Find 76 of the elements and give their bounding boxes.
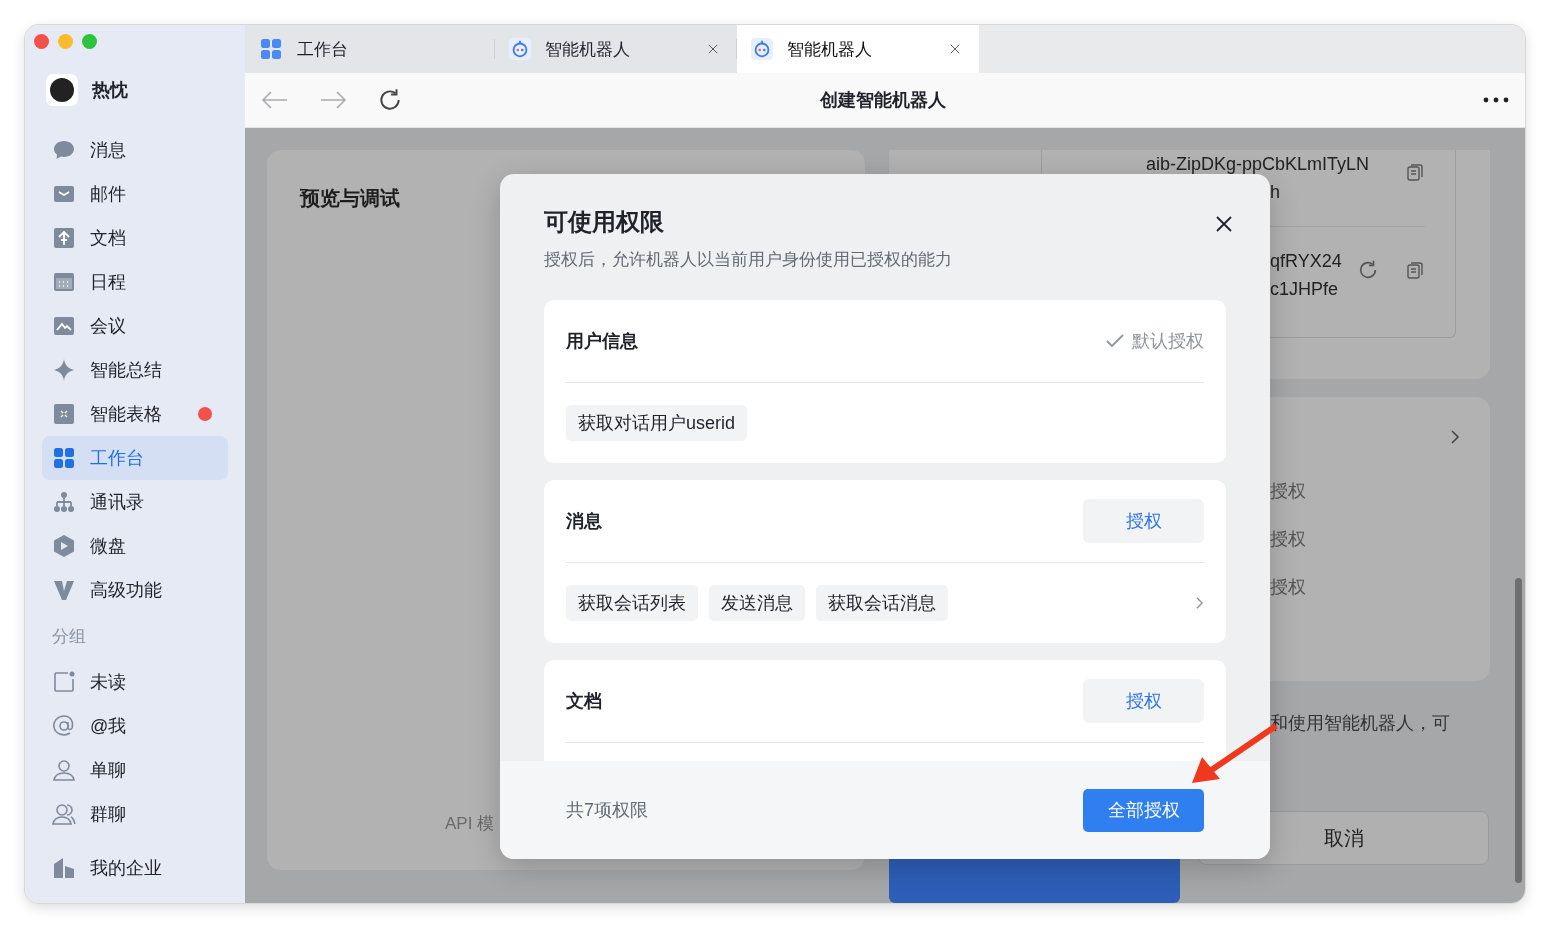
grid-icon <box>52 446 76 470</box>
sidebar-item[interactable]: 日程 <box>42 260 228 304</box>
authorize-all-button[interactable]: 全部授权 <box>1083 788 1204 832</box>
chevron-right-icon[interactable] <box>1195 596 1204 610</box>
robot-icon <box>751 38 773 60</box>
enterprise-item[interactable]: 我的企业 <box>42 846 228 890</box>
sidebar-item[interactable]: 智能总结 <box>42 348 228 392</box>
section-title: 用户信息 <box>566 330 638 353</box>
permission-tag: 获取对话用户userid <box>566 405 748 441</box>
maximize-window-button[interactable] <box>82 34 97 49</box>
sidebar-item[interactable]: 会议 <box>42 304 228 348</box>
sidebar-item[interactable]: 高级功能 <box>42 568 228 612</box>
section-title: 文档 <box>566 690 602 713</box>
authorize-button[interactable]: 授权 <box>1083 679 1204 723</box>
permission-status: 授权 <box>1270 480 1307 504</box>
user-avatar[interactable] <box>46 74 78 106</box>
sidebar-item-icon <box>52 402 76 426</box>
group-item[interactable]: 未读 <box>42 660 228 704</box>
sidebar-item[interactable]: 工作台 <box>42 436 228 480</box>
sidebar-item-icon <box>52 534 76 558</box>
group-heading: 分组 <box>51 625 87 648</box>
check-icon <box>1106 334 1124 348</box>
permission-tag: 获取会话消息 <box>816 585 948 621</box>
more-icon[interactable] <box>1483 97 1509 103</box>
group-item[interactable]: @我 <box>42 704 228 748</box>
authorize-button[interactable]: 授权 <box>1083 499 1204 543</box>
back-arrow-icon[interactable] <box>261 90 289 110</box>
sidebar-item-icon <box>52 578 76 602</box>
group-item-icon <box>52 758 76 782</box>
group-item-icon <box>52 802 76 826</box>
sidebar-item[interactable]: 通讯录 <box>42 480 228 524</box>
close-window-button[interactable] <box>34 34 49 49</box>
permission-count: 共7项权限 <box>566 799 648 822</box>
default-status: 默认授权 <box>1132 330 1204 353</box>
close-tab-icon[interactable] <box>707 43 719 55</box>
sidebar-item[interactable]: 消息 <box>42 128 228 172</box>
sidebar-item-icon <box>52 490 76 514</box>
browser-tab[interactable]: 智能机器人 <box>495 25 737 73</box>
group-item-icon <box>52 670 76 694</box>
robot-icon <box>509 38 531 60</box>
permission-tag: 发送消息 <box>709 585 805 621</box>
sidebar-item-icon <box>52 226 76 250</box>
panel-title: 预览与调试 <box>300 186 401 211</box>
dialog-subtitle: 授权后，允许机器人以当前用户身份使用已授权的能力 <box>544 249 952 271</box>
section-title: 消息 <box>566 510 602 533</box>
dialog-title: 可使用权限 <box>544 207 665 237</box>
permission-status: 授权 <box>1270 528 1307 552</box>
chevron-right-icon[interactable] <box>1450 429 1460 446</box>
grid-icon <box>259 37 283 61</box>
sidebar-item[interactable]: 微盘 <box>42 524 228 568</box>
group-item-icon <box>52 714 76 738</box>
sidebar-item[interactable]: 文档 <box>42 216 228 260</box>
credential-text: aib-ZipDKg-ppCbKLmITyLN <box>1146 153 1370 176</box>
sidebar-item[interactable]: 邮件 <box>42 172 228 216</box>
close-tab-icon[interactable] <box>949 43 961 55</box>
refresh-icon[interactable] <box>377 87 403 113</box>
permission-status: 授权 <box>1270 576 1307 600</box>
credential-text: qfRYX24 <box>1270 250 1342 273</box>
group-item[interactable]: 群聊 <box>42 792 228 836</box>
page-title: 创建智能机器人 <box>819 89 947 112</box>
user-name: 热忱 <box>92 79 128 102</box>
building-icon <box>52 856 76 880</box>
sidebar-item-icon <box>52 270 76 294</box>
browser-tab[interactable]: 工作台 <box>245 25 495 73</box>
api-text: API 模 <box>445 813 496 835</box>
forward-arrow-icon[interactable] <box>319 90 347 110</box>
copy-icon[interactable] <box>1405 260 1425 280</box>
group-item[interactable]: 单聊 <box>42 748 228 792</box>
credential-text: h <box>1269 181 1281 204</box>
credential-text: c1JHPfe <box>1270 278 1340 301</box>
sidebar-item-icon <box>52 314 76 338</box>
sidebar-item-icon <box>52 358 76 382</box>
sidebar-item[interactable]: 智能表格 <box>42 392 228 436</box>
scrollbar[interactable] <box>1515 578 1522 883</box>
copy-icon[interactable] <box>1405 162 1425 182</box>
permission-tag: 获取会话列表 <box>566 585 698 621</box>
